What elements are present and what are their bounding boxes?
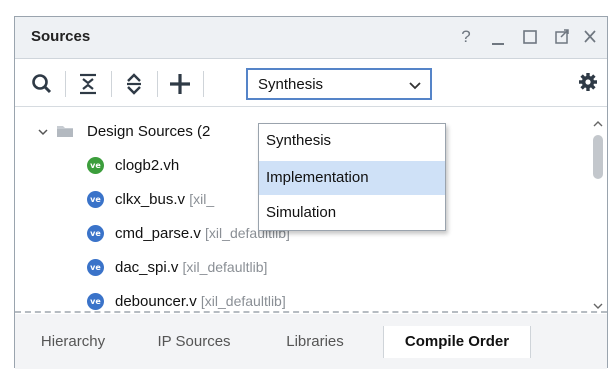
toolbar-divider xyxy=(65,71,66,97)
library-name: [xil_defaultlib] xyxy=(200,293,286,309)
file-name: clkx_bus.v xyxy=(115,191,186,208)
help-icon[interactable]: ? xyxy=(455,25,477,49)
select-value: Synthesis xyxy=(258,76,324,93)
tab-hierarchy[interactable]: Hierarchy xyxy=(21,326,125,358)
file-label: debouncer.v [xil_defaultlib] xyxy=(115,293,286,310)
folder-icon xyxy=(56,124,74,138)
tab-libraries[interactable]: Libraries xyxy=(263,326,367,358)
close-icon[interactable] xyxy=(579,25,601,49)
select-dropdown: Synthesis Implementation Simulation xyxy=(258,123,446,231)
gear-icon[interactable] xyxy=(577,71,599,93)
verilog-icon: ve xyxy=(87,293,104,310)
tree-node-label: Design Sources (2 xyxy=(87,123,211,140)
file-label: clkx_bus.v [xil_ xyxy=(115,191,214,208)
minimize-icon[interactable] xyxy=(487,25,509,49)
verilog-icon: ve xyxy=(87,191,104,208)
tab-compile-order[interactable]: Compile Order xyxy=(383,326,531,358)
verilog-icon: ve xyxy=(87,259,104,276)
sources-panel: Sources ? Synthesis Design Sources (2 ve… xyxy=(14,16,608,369)
verilog-header-icon: ve xyxy=(87,157,104,174)
option-simulation[interactable]: Simulation xyxy=(259,196,445,230)
file-name: debouncer.v xyxy=(115,293,197,310)
option-synthesis[interactable]: Synthesis xyxy=(259,124,445,158)
chevron-down-icon[interactable] xyxy=(37,125,49,137)
toolbar-divider xyxy=(203,71,204,97)
tree-item[interactable]: ve debouncer.v [xil_defaultlib] xyxy=(15,285,590,311)
maximize-icon[interactable] xyxy=(519,25,541,49)
tab-ip-sources[interactable]: IP Sources xyxy=(135,326,253,358)
scroll-down-icon[interactable] xyxy=(593,297,603,309)
sources-toolbar: Synthesis xyxy=(15,59,607,107)
tree-scrollbar[interactable] xyxy=(589,107,607,311)
expand-all-icon[interactable] xyxy=(121,71,147,97)
tree-item[interactable]: ve dac_spi.v [xil_defaultlib] xyxy=(15,251,590,285)
file-name: cmd_parse.v xyxy=(115,225,201,242)
file-name: clogb2.vh xyxy=(115,157,180,174)
verilog-icon: ve xyxy=(87,225,104,242)
add-icon[interactable] xyxy=(167,71,193,97)
library-name: [xil_ xyxy=(189,191,215,207)
scroll-up-icon[interactable] xyxy=(593,115,603,127)
search-icon[interactable] xyxy=(29,71,55,97)
chevron-down-icon xyxy=(408,79,422,91)
panel-divider xyxy=(15,311,607,313)
file-label: dac_spi.v [xil_defaultlib] xyxy=(115,259,267,276)
file-name: dac_spi.v xyxy=(115,259,179,276)
toolbar-divider xyxy=(157,71,158,97)
sources-view-select[interactable]: Synthesis xyxy=(246,68,432,100)
panel-header: Sources ? xyxy=(15,17,607,59)
float-icon[interactable] xyxy=(551,25,573,49)
library-name: [xil_defaultlib] xyxy=(182,259,268,275)
toolbar-divider xyxy=(111,71,112,97)
collapse-all-icon[interactable] xyxy=(75,71,101,97)
panel-title: Sources xyxy=(31,28,91,45)
scrollbar-thumb[interactable] xyxy=(593,135,603,179)
option-implementation[interactable]: Implementation xyxy=(259,161,445,195)
bottom-tabs: Hierarchy IP Sources Libraries Compile O… xyxy=(15,314,607,369)
